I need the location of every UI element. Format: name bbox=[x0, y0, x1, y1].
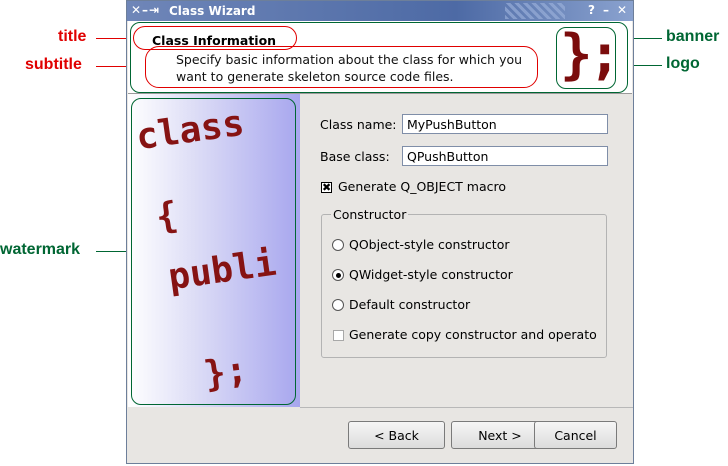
radio-qwidget-constructor[interactable] bbox=[332, 269, 344, 281]
class-name-label: Class name: bbox=[320, 117, 397, 132]
annotation-watermark-label: watermark bbox=[0, 241, 81, 258]
base-class-label: Base class: bbox=[320, 149, 390, 164]
radio-default-constructor[interactable] bbox=[332, 299, 344, 311]
radio-qwidget-label[interactable]: QWidget-style constructor bbox=[349, 267, 513, 282]
base-class-input[interactable] bbox=[402, 146, 608, 166]
annotation-watermark-line bbox=[96, 251, 130, 252]
annotation-title-label: title bbox=[58, 28, 87, 45]
window-titlebar[interactable]: ✕–⇥ Class Wizard ? – ✕ bbox=[127, 1, 633, 21]
annotation-logo-label: logo bbox=[666, 55, 700, 72]
constructor-group-title: Constructor bbox=[331, 207, 409, 222]
cancel-button[interactable]: Cancel bbox=[534, 421, 617, 449]
window-menu-icon[interactable]: ✕–⇥ bbox=[131, 3, 160, 17]
radio-qobject-label[interactable]: QObject-style constructor bbox=[349, 237, 510, 252]
titlebar-pattern bbox=[505, 3, 565, 19]
copy-constructor-checkbox bbox=[333, 330, 344, 341]
window-title: Class Wizard bbox=[169, 4, 256, 18]
copy-constructor-label: Generate copy constructor and operato bbox=[349, 327, 597, 342]
help-icon[interactable]: ? bbox=[588, 3, 595, 17]
annotation-subtitle-label: subtitle bbox=[25, 56, 82, 73]
radio-default-label[interactable]: Default constructor bbox=[349, 297, 470, 312]
generate-qobject-checkbox[interactable]: ✖ bbox=[321, 182, 332, 193]
logo-highlight-box bbox=[556, 27, 616, 89]
back-button[interactable]: < Back bbox=[348, 421, 445, 449]
close-icon[interactable]: ✕ bbox=[617, 3, 627, 17]
generate-qobject-label[interactable]: Generate Q_OBJECT macro bbox=[338, 179, 506, 194]
class-name-input[interactable] bbox=[402, 114, 608, 134]
radio-qobject-constructor[interactable] bbox=[332, 239, 344, 251]
button-separator bbox=[300, 407, 633, 408]
watermark-highlight-box bbox=[131, 98, 296, 405]
annotation-banner-label: banner bbox=[666, 28, 720, 45]
minimize-icon[interactable]: – bbox=[603, 3, 609, 17]
banner-highlight-box bbox=[130, 22, 628, 93]
